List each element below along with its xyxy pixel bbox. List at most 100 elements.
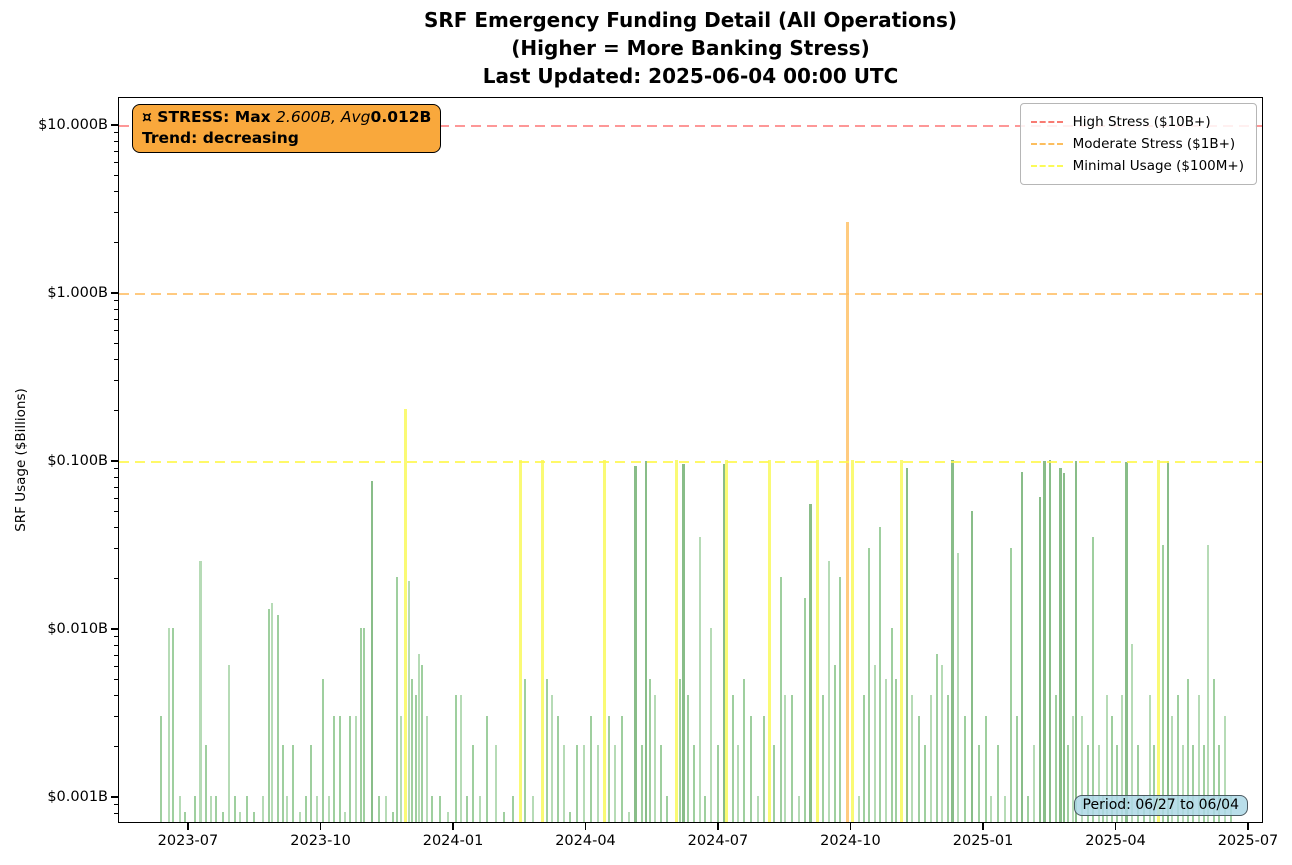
bar: [822, 695, 824, 822]
bar: [649, 679, 651, 822]
y-tick-label: $1.000B: [8, 283, 108, 303]
bar: [603, 460, 606, 822]
bar: [215, 796, 217, 822]
bar: [936, 654, 938, 822]
bar: [466, 796, 468, 822]
bar: [286, 796, 288, 822]
bar: [305, 796, 307, 822]
bar: [512, 796, 514, 822]
stress-annotation-line-1: ¤ STRESS: Max 2.600B, Avg0.012B: [142, 107, 431, 128]
bar: [717, 745, 719, 822]
bar: [486, 716, 488, 822]
bar: [990, 796, 992, 822]
y-tick-label: $10.000B: [8, 115, 108, 135]
bar: [262, 796, 264, 822]
bar: [184, 812, 186, 822]
bar: [608, 716, 610, 822]
bar: [569, 812, 571, 822]
dashed-line-swatch-icon: [1031, 165, 1063, 167]
bar: [228, 665, 230, 822]
bar: [660, 745, 662, 822]
bar: [205, 745, 207, 822]
bar: [316, 796, 318, 822]
bar: [271, 603, 273, 822]
bar: [199, 561, 202, 822]
x-tick-label: 2024-04: [541, 833, 631, 849]
bar: [710, 628, 712, 822]
bar: [918, 716, 920, 822]
bar: [682, 464, 685, 822]
bar: [1092, 537, 1094, 822]
threshold-line-moderate-stress: [119, 293, 1262, 295]
bar: [439, 796, 441, 822]
bar: [590, 716, 592, 822]
bar: [725, 460, 728, 822]
bar: [941, 665, 943, 822]
bar: [885, 679, 887, 822]
bar: [299, 812, 301, 822]
bar: [1004, 796, 1006, 822]
bar: [363, 628, 365, 822]
bar: [773, 745, 775, 822]
x-tick-label: 2025-01: [938, 833, 1028, 849]
x-tick-label: 2025-07: [1203, 833, 1292, 849]
bar: [679, 679, 681, 822]
bar: [784, 695, 786, 822]
bar: [1010, 548, 1012, 822]
bar: [1049, 460, 1051, 822]
stress-avg-value: 0.012B: [371, 108, 432, 126]
bar: [172, 628, 174, 822]
bar: [322, 679, 324, 822]
bar: [455, 695, 457, 822]
bar: [757, 796, 759, 822]
bar: [874, 665, 876, 822]
stress-annotation: ¤ STRESS: Max 2.600B, Avg0.012B Trend: d…: [132, 104, 441, 153]
y-tick-mark: [111, 124, 118, 126]
y-tick-mark: [111, 292, 118, 294]
bar: [1067, 745, 1069, 822]
y-tick-label: $0.001B: [8, 787, 108, 807]
bar: [1167, 461, 1169, 822]
bar: [234, 796, 236, 822]
bar: [426, 716, 428, 822]
bar: [809, 504, 812, 822]
bar: [194, 796, 196, 822]
bar: [858, 796, 860, 822]
bar: [210, 796, 212, 822]
bar: [768, 460, 771, 822]
legend: High Stress ($10B+) Moderate Stress ($1B…: [1020, 103, 1257, 185]
bar: [1207, 545, 1209, 822]
stress-annotation-line-2: Trend: decreasing: [142, 128, 431, 149]
bar: [930, 695, 932, 822]
bar: [666, 796, 668, 822]
legend-label: Minimal Usage ($100M+): [1073, 158, 1244, 174]
x-tick-mark: [320, 823, 322, 830]
bar: [557, 716, 559, 822]
bar: [168, 628, 170, 822]
title-line-3: Last Updated: 2025-06-04 00:00 UTC: [118, 62, 1263, 90]
bar: [951, 460, 954, 822]
bar: [541, 460, 544, 822]
bar: [576, 745, 578, 822]
x-tick-label: 2023-10: [276, 833, 366, 849]
bar: [222, 812, 224, 822]
legend-label: High Stress ($10B+): [1073, 114, 1211, 130]
bar: [693, 745, 695, 822]
bar: [1039, 497, 1041, 822]
bar: [503, 812, 505, 822]
x-tick-mark: [850, 823, 852, 830]
bar: [971, 511, 973, 822]
bar: [641, 745, 643, 822]
bar: [404, 409, 407, 822]
bar: [704, 796, 706, 822]
bar: [723, 464, 725, 822]
bar: [743, 679, 745, 822]
bar: [253, 812, 255, 822]
dashed-line-swatch-icon: [1031, 143, 1063, 145]
bar: [863, 695, 865, 822]
bar: [978, 745, 980, 822]
x-tick-label: 2024-01: [408, 833, 498, 849]
bar: [447, 812, 449, 822]
x-tick-mark: [717, 823, 719, 830]
bar: [834, 665, 836, 822]
